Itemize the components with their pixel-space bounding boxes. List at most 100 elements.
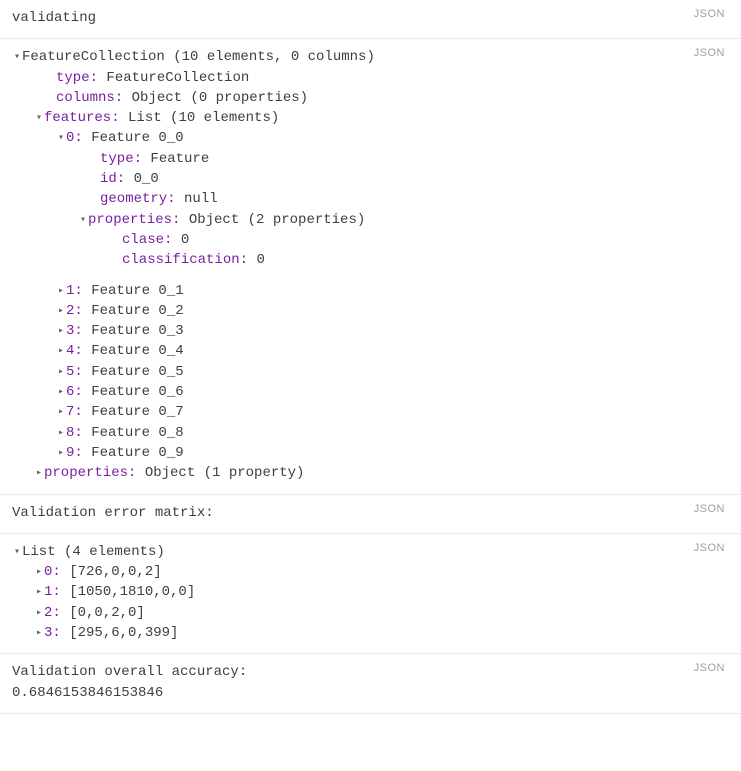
output-block: JSON ▾List (4 elements) ▸0: [726,0,0,2] … <box>0 534 741 654</box>
tree-node[interactable]: ▾FeatureCollection (10 elements, 0 colum… <box>12 47 729 67</box>
output-block: JSON ▾FeatureCollection (10 elements, 0 … <box>0 39 741 494</box>
key: 3: <box>44 625 61 641</box>
tree-node[interactable]: ▾features: List (10 elements) <box>12 108 729 128</box>
expand-toggle-icon[interactable]: ▸ <box>56 285 66 300</box>
expand-toggle-icon[interactable]: ▸ <box>56 447 66 462</box>
value: [1050,1810,0,0] <box>69 584 195 600</box>
expand-toggle-icon[interactable]: ▾ <box>12 546 22 561</box>
text-line: Validation overall accuracy: <box>12 662 729 682</box>
text: validating <box>12 10 96 26</box>
json-badge[interactable]: JSON <box>694 542 725 554</box>
text-line: Validation error matrix: <box>12 503 729 523</box>
key: 5: <box>66 364 83 380</box>
expand-toggle-icon[interactable]: ▾ <box>78 214 88 229</box>
value: Object (2 properties) <box>189 212 365 228</box>
tree-node[interactable]: ▸4: Feature 0_4 <box>12 341 729 361</box>
key: geometry: <box>100 191 176 207</box>
key: properties: <box>44 465 136 481</box>
expand-toggle-icon[interactable]: ▸ <box>34 467 44 482</box>
value: [0,0,2,0] <box>69 605 145 621</box>
value: Feature 0_7 <box>91 404 183 420</box>
key: 7: <box>66 404 83 420</box>
expand-toggle-icon[interactable]: ▸ <box>34 607 44 622</box>
tree-node[interactable]: ▾0: Feature 0_0 <box>12 128 729 148</box>
value: FeatureCollection <box>106 70 249 86</box>
expand-toggle-icon[interactable]: ▸ <box>56 427 66 442</box>
value: Feature 0_0 <box>91 130 183 146</box>
value: List (10 elements) <box>128 110 279 126</box>
key: 2: <box>66 303 83 319</box>
json-badge[interactable]: JSON <box>694 8 725 20</box>
tree-node[interactable]: ▸5: Feature 0_5 <box>12 362 729 382</box>
node-label: List (4 elements) <box>22 544 165 560</box>
key: clase: <box>122 232 172 248</box>
json-badge[interactable]: JSON <box>694 503 725 515</box>
tree-leaf: classification: 0 <box>12 250 729 270</box>
value: 0.6846153846153846 <box>12 685 163 701</box>
tree-node[interactable]: ▸3: [295,6,0,399] <box>12 623 729 643</box>
tree-node[interactable]: ▸0: [726,0,0,2] <box>12 562 729 582</box>
key: 8: <box>66 425 83 441</box>
key: 4: <box>66 343 83 359</box>
value: Feature 0_4 <box>91 343 183 359</box>
expand-toggle-icon[interactable]: ▸ <box>56 305 66 320</box>
key: id: <box>100 171 125 187</box>
tree-node[interactable]: ▸2: [0,0,2,0] <box>12 603 729 623</box>
key: columns: <box>56 90 123 106</box>
tree-leaf: columns: Object (0 properties) <box>12 88 729 108</box>
value: Feature 0_1 <box>91 283 183 299</box>
tree-leaf: geometry: null <box>12 189 729 209</box>
tree-node[interactable]: ▸1: Feature 0_1 <box>12 281 729 301</box>
tree-node[interactable]: ▾List (4 elements) <box>12 542 729 562</box>
expand-toggle-icon[interactable]: ▸ <box>56 325 66 340</box>
key: 9: <box>66 445 83 461</box>
node-label: FeatureCollection (10 elements, 0 column… <box>22 49 375 65</box>
tree-leaf: clase: 0 <box>12 230 729 250</box>
key: type: <box>100 151 142 167</box>
text-line: 0.6846153846153846 <box>12 683 729 703</box>
key: 6: <box>66 384 83 400</box>
tree-node[interactable]: ▸2: Feature 0_2 <box>12 301 729 321</box>
value: Feature 0_3 <box>91 323 183 339</box>
value: Object (0 properties) <box>132 90 308 106</box>
expand-toggle-icon[interactable]: ▸ <box>56 366 66 381</box>
tree-node[interactable]: ▸9: Feature 0_9 <box>12 443 729 463</box>
expand-toggle-icon[interactable]: ▸ <box>34 566 44 581</box>
output-block: JSON Validation error matrix: <box>0 495 741 534</box>
expand-toggle-icon[interactable]: ▾ <box>12 51 22 66</box>
expand-toggle-icon[interactable]: ▾ <box>56 132 66 147</box>
value: 0 <box>181 232 189 248</box>
expand-toggle-icon[interactable]: ▸ <box>56 406 66 421</box>
key: type: <box>56 70 98 86</box>
value: 0_0 <box>134 171 159 187</box>
key: 3: <box>66 323 83 339</box>
json-badge[interactable]: JSON <box>694 662 725 674</box>
key: 2: <box>44 605 61 621</box>
text: Validation overall accuracy: <box>12 664 247 680</box>
tree-node[interactable]: ▸7: Feature 0_7 <box>12 402 729 422</box>
key: 0: <box>66 130 83 146</box>
expand-toggle-icon[interactable]: ▾ <box>34 112 44 127</box>
tree-node[interactable]: ▸properties: Object (1 property) <box>12 463 729 483</box>
key: 0: <box>44 564 61 580</box>
key: 1: <box>66 283 83 299</box>
expand-toggle-icon[interactable]: ▸ <box>34 586 44 601</box>
tree-node[interactable]: ▸3: Feature 0_3 <box>12 321 729 341</box>
key: features: <box>44 110 120 126</box>
expand-toggle-icon[interactable]: ▸ <box>56 386 66 401</box>
tree-leaf: type: Feature <box>12 149 729 169</box>
value: [295,6,0,399] <box>69 625 178 641</box>
output-block: JSON validating <box>0 0 741 39</box>
tree-node[interactable]: ▸8: Feature 0_8 <box>12 423 729 443</box>
tree-node[interactable]: ▾properties: Object (2 properties) <box>12 210 729 230</box>
tree-node[interactable]: ▸6: Feature 0_6 <box>12 382 729 402</box>
expand-toggle-icon[interactable]: ▸ <box>34 627 44 642</box>
text-line: validating <box>12 8 729 28</box>
text: Validation error matrix: <box>12 505 214 521</box>
tree-node[interactable]: ▸1: [1050,1810,0,0] <box>12 582 729 602</box>
key: classification: <box>122 252 248 268</box>
output-block: JSON Validation overall accuracy: 0.6846… <box>0 654 741 714</box>
expand-toggle-icon[interactable]: ▸ <box>56 345 66 360</box>
json-badge[interactable]: JSON <box>694 47 725 59</box>
value: Object (1 property) <box>145 465 305 481</box>
